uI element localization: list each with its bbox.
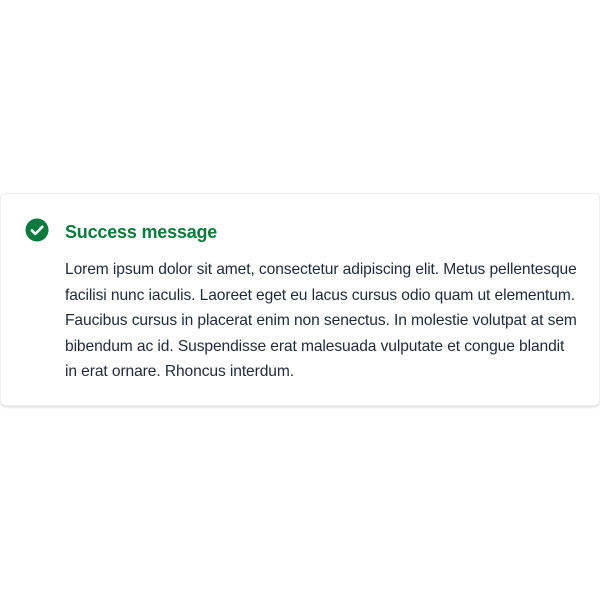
alert-message: Lorem ipsum dolor sit amet, consectetur … xyxy=(65,261,577,380)
check-circle-icon xyxy=(25,218,49,242)
alert-title: Success message xyxy=(65,222,218,242)
success-alert: Success message Lorem ipsum dolor sit am… xyxy=(0,193,600,406)
